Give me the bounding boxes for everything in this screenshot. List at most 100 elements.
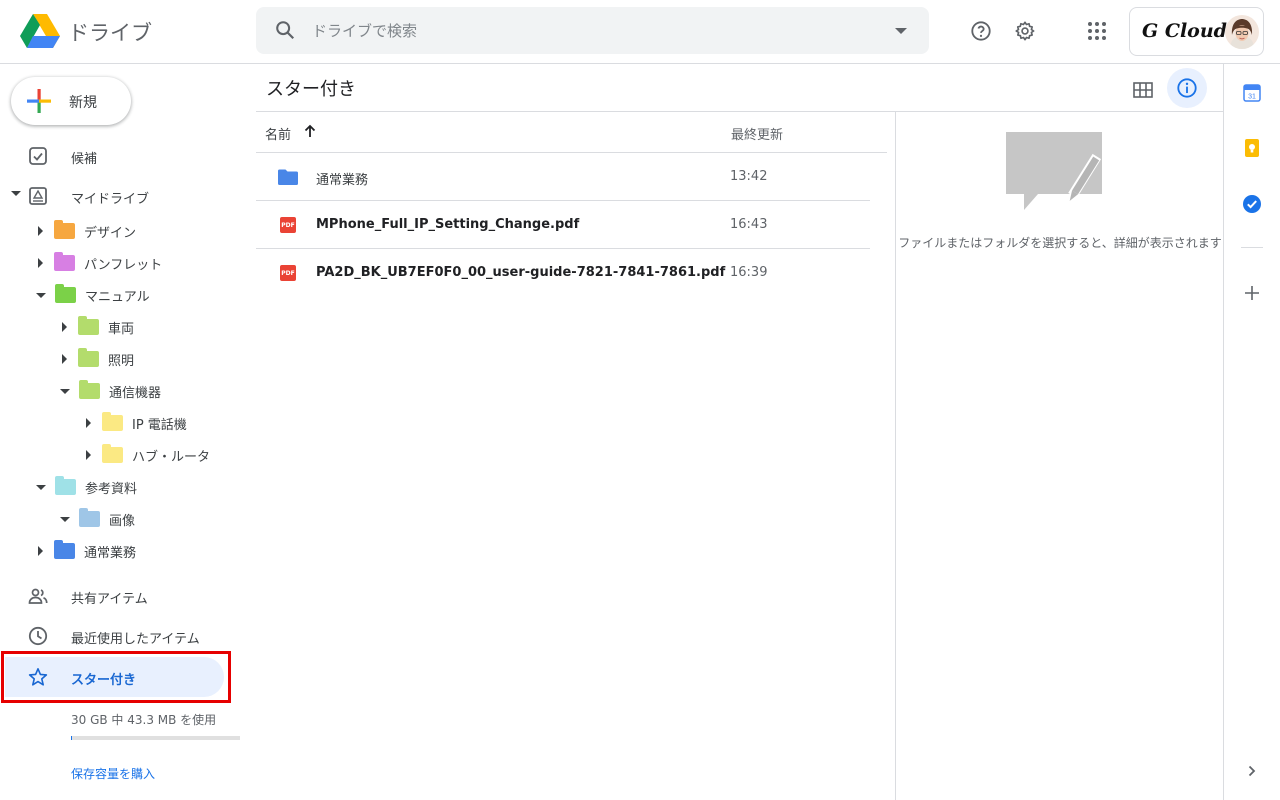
- nav-item-suggested[interactable]: 候補: [0, 138, 240, 174]
- expand-toggle-icon[interactable]: [86, 418, 91, 428]
- file-modified-time: 16:43: [730, 217, 768, 232]
- file-name: PA2D_BK_UB7EF0F0_00_user-guide-7821-7841…: [316, 265, 726, 280]
- nav-item-recent[interactable]: 最近使用したアイテム: [0, 618, 240, 654]
- search-icon[interactable]: [274, 19, 296, 41]
- tree-item-pamphlet[interactable]: パンフレット: [35, 250, 162, 276]
- folder-icon: [102, 444, 123, 463]
- help-button[interactable]: [961, 11, 1001, 51]
- storage-usage-fill: [71, 736, 72, 740]
- folder-icon: [278, 169, 298, 185]
- column-header-modified[interactable]: 最終更新: [731, 124, 783, 143]
- clock-icon: [28, 626, 48, 646]
- tree-item-label: IP 電話機: [132, 417, 187, 433]
- folder-icon: [55, 284, 76, 303]
- column-header-name[interactable]: 名前: [265, 124, 291, 143]
- tree-item-label: マニュアル: [85, 289, 150, 305]
- main-header: スター付き: [256, 64, 1223, 112]
- details-toggle-button[interactable]: [1167, 68, 1207, 108]
- nav-item-label: 候補: [71, 152, 98, 167]
- tasks-check-icon: [1243, 195, 1261, 213]
- collapse-toggle-icon[interactable]: [36, 484, 46, 490]
- app-title: ドライブ: [68, 21, 152, 45]
- expand-toggle-icon[interactable]: [38, 258, 43, 268]
- drive-logo[interactable]: [20, 14, 60, 48]
- add-addon-button[interactable]: [1241, 282, 1263, 304]
- tree-item-lighting[interactable]: 照明: [59, 346, 134, 372]
- nav-item-my-drive[interactable]: マイドライブ: [0, 178, 240, 214]
- expand-toggle-icon[interactable]: [86, 450, 91, 460]
- file-modified-time: 16:39: [730, 265, 768, 280]
- tree-item-manual[interactable]: マニュアル: [35, 282, 150, 308]
- tasks-addon-button[interactable]: [1241, 193, 1263, 215]
- keep-addon-button[interactable]: [1241, 137, 1263, 159]
- tree-item-label: 通常業務: [84, 545, 137, 561]
- avatar[interactable]: [1225, 15, 1259, 49]
- folder-icon: [54, 220, 75, 239]
- settings-button[interactable]: [1005, 11, 1045, 51]
- tree-item-vehicle[interactable]: 車両: [59, 314, 134, 340]
- help-icon: [971, 21, 991, 41]
- search-input[interactable]: [312, 18, 872, 43]
- tree-item-images[interactable]: 画像: [59, 506, 135, 532]
- new-button-label: 新規: [69, 95, 97, 111]
- collapse-toggle-icon[interactable]: [60, 388, 70, 394]
- tree-item-hub-router[interactable]: ハブ・ルータ: [83, 442, 210, 468]
- check-square-icon: [29, 147, 47, 165]
- tree-item-reference[interactable]: 参考資料: [35, 474, 137, 500]
- folder-icon: [55, 476, 76, 495]
- expand-toggle-icon[interactable]: [62, 322, 67, 332]
- tree-item-label: 車両: [108, 321, 135, 337]
- file-row[interactable]: PDF MPhone_Full_IP_Setting_Change.pdf 16…: [256, 201, 870, 249]
- details-pane: ファイルまたはフォルダを選択すると、詳細が表示されます: [895, 112, 1223, 800]
- buy-storage-link[interactable]: 保存容量を購入: [71, 765, 155, 782]
- search-box[interactable]: [256, 7, 929, 54]
- folder-icon: [78, 316, 99, 335]
- plus-icon: [1245, 286, 1259, 300]
- info-icon: [1177, 78, 1197, 98]
- tree-item-label: 参考資料: [85, 481, 138, 497]
- nav-item-label: 共有アイテム: [71, 592, 148, 607]
- nav-item-shared[interactable]: 共有アイテム: [0, 578, 240, 614]
- sidebar: 新規 候補 マイドライブ デザイン パンフレット マニュアル 車両 照明 通信機…: [0, 64, 256, 800]
- file-name: MPhone_Full_IP_Setting_Change.pdf: [316, 217, 580, 232]
- folder-icon: [54, 252, 75, 271]
- pdf-file-icon: PDF: [280, 217, 296, 233]
- apps-button[interactable]: [1077, 11, 1117, 51]
- tree-item-comm-equipment[interactable]: 通信機器: [59, 378, 161, 404]
- collapse-toggle-icon[interactable]: [60, 516, 70, 522]
- file-row[interactable]: PDF PA2D_BK_UB7EF0F0_00_user-guide-7821-…: [256, 249, 870, 297]
- tree-item-label: ハブ・ルータ: [132, 449, 211, 465]
- comment-edit-illustration-icon: [1006, 132, 1102, 210]
- calendar-addon-button[interactable]: 31: [1241, 82, 1263, 104]
- annotation-highlight-box: [1, 651, 231, 703]
- search-options-dropdown-icon[interactable]: [895, 28, 907, 34]
- folder-icon: [54, 540, 75, 559]
- tree-item-label: 通信機器: [109, 385, 162, 401]
- keep-lightbulb-icon: [1245, 139, 1259, 157]
- nav-item-label: マイドライブ: [71, 192, 150, 207]
- tree-item-label: 画像: [109, 513, 136, 529]
- pdf-file-icon: PDF: [280, 265, 296, 281]
- details-empty-message: ファイルまたはフォルダを選択すると、詳細が表示されます: [898, 236, 1222, 250]
- storage-usage-bar: [71, 736, 240, 740]
- account-button[interactable]: G Cloud: [1129, 7, 1264, 56]
- expand-toggle-icon[interactable]: [38, 226, 43, 236]
- plus-icon: [27, 89, 51, 113]
- expand-toggle-icon[interactable]: [11, 191, 21, 196]
- sort-ascending-arrow-icon[interactable]: [303, 123, 317, 139]
- grid-view-button[interactable]: [1125, 72, 1161, 108]
- side-panel-rail: 31: [1223, 64, 1280, 800]
- grid-view-icon: [1133, 82, 1153, 98]
- collapse-toggle-icon[interactable]: [36, 292, 46, 298]
- file-list-header: 名前 最終更新: [256, 112, 887, 153]
- expand-panel-button[interactable]: [1241, 760, 1263, 782]
- new-button[interactable]: 新規: [11, 77, 131, 125]
- tree-item-regular-work[interactable]: 通常業務: [35, 538, 136, 564]
- file-name: 通常業務: [316, 173, 369, 188]
- tree-item-ip-phone[interactable]: IP 電話機: [83, 410, 187, 436]
- expand-toggle-icon[interactable]: [62, 354, 67, 364]
- page-title: スター付き: [266, 79, 356, 100]
- expand-toggle-icon[interactable]: [38, 546, 43, 556]
- file-row[interactable]: 通常業務 13:42: [256, 153, 870, 201]
- tree-item-design[interactable]: デザイン: [35, 218, 136, 244]
